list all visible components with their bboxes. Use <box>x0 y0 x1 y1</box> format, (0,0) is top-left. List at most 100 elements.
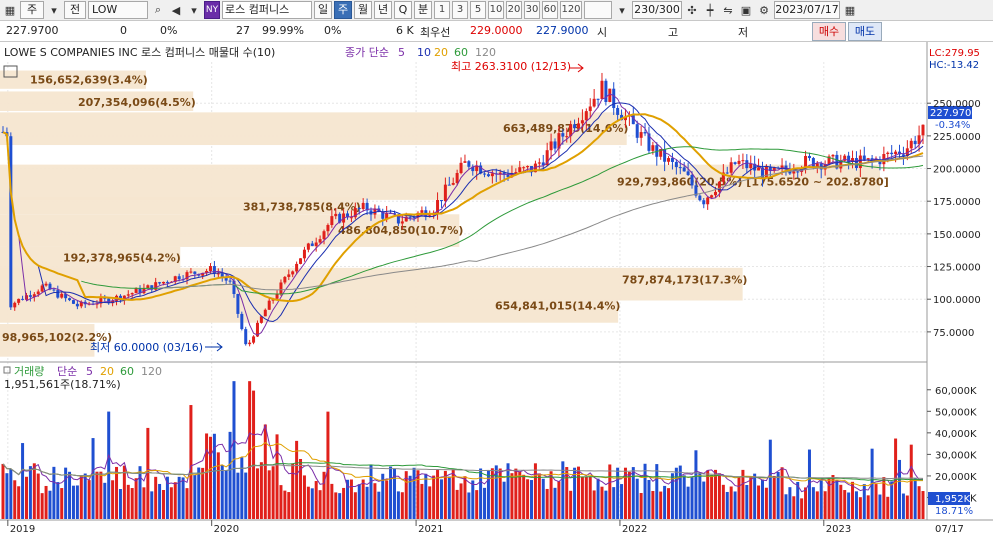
buy-button[interactable]: 매수 <box>812 22 846 41</box>
volume-bar <box>620 484 624 519</box>
candle-down <box>890 152 894 155</box>
volume-bar <box>169 487 173 519</box>
num-10[interactable]: 10 <box>488 1 504 19</box>
period-minute[interactable]: 분 <box>414 1 432 19</box>
vol-ma5-label: 5 <box>86 365 93 378</box>
volume-bar <box>502 481 506 519</box>
candle-up <box>295 263 299 272</box>
num-120[interactable]: 120 <box>560 1 582 19</box>
date-input[interactable]: 2023/07/17 <box>774 1 840 19</box>
save-icon[interactable]: ▣ <box>738 1 754 19</box>
volume-title: 거래량 <box>14 365 44 378</box>
candle-down <box>52 289 56 291</box>
volume-bar <box>244 472 248 519</box>
candle-up <box>420 210 424 213</box>
period-month[interactable]: 월 <box>354 1 372 19</box>
volume-bar <box>369 465 373 519</box>
dropdown-icon[interactable]: ▾ <box>614 1 630 19</box>
num-30[interactable]: 30 <box>524 1 540 19</box>
volume-bar <box>592 490 596 519</box>
candle-up <box>146 285 150 288</box>
volume-bar <box>674 467 678 519</box>
volume-bar <box>396 491 400 519</box>
hc-label: HC:-13.42 <box>929 60 979 71</box>
volume-bar <box>526 479 530 519</box>
volume-bar <box>596 478 600 519</box>
volume-bar <box>377 491 381 519</box>
speaker-icon[interactable]: ◀ <box>168 1 184 19</box>
interval-input[interactable] <box>584 1 612 19</box>
profile-label: 654,841,015(14.4%) <box>495 300 620 313</box>
stock-chart[interactable]: 156,652,639(3.4%) 207,354,096(4.5%) 663,48… <box>0 42 993 538</box>
volume-tick-label: 60,000K <box>935 386 977 397</box>
chart-title: LOWE S COMPANIES INC 로스 컴퍼니스 매물대 수(10) <box>4 46 275 59</box>
volume-bar <box>874 484 878 519</box>
candle-up <box>565 136 569 138</box>
count-input[interactable]: 230/300 <box>632 1 682 19</box>
volume-bar <box>483 487 487 519</box>
volume-bar <box>588 476 592 519</box>
current-change: -0.34% <box>935 120 970 131</box>
candle-up <box>126 294 130 296</box>
num-1[interactable]: 1 <box>434 1 450 19</box>
num-5[interactable]: 5 <box>470 1 486 19</box>
volume-bar <box>224 470 228 519</box>
volume-bar <box>780 467 784 519</box>
volume-bar <box>913 478 917 519</box>
best-ask-label: 최우선 <box>420 26 451 39</box>
market2-select[interactable]: 전 <box>64 1 86 19</box>
price-tick-label: 200.0000 <box>933 165 981 176</box>
volume-bar <box>858 497 862 519</box>
candle-up <box>283 276 287 283</box>
volume-bar <box>240 457 244 519</box>
ma-label: 종가 단순 <box>345 46 389 59</box>
vol-ma20-label: 20 <box>100 365 114 378</box>
volume-bar <box>537 473 541 519</box>
volume-bar <box>220 465 224 519</box>
dropdown-icon[interactable]: ▾ <box>46 1 62 19</box>
settings-icon[interactable]: ⚙ <box>756 1 772 19</box>
candle-up <box>189 271 193 273</box>
period-week[interactable]: 주 <box>334 1 352 19</box>
volume-ma-label: 단순 <box>57 365 77 378</box>
market-select[interactable]: 주 <box>20 1 44 19</box>
search-icon[interactable]: ⌕ <box>150 1 166 19</box>
volume-bar <box>48 490 52 519</box>
num-3[interactable]: 3 <box>452 1 468 19</box>
candle-up <box>263 309 267 317</box>
volume-bar <box>917 486 921 519</box>
candle-icon[interactable]: ┿ <box>702 1 718 19</box>
candle-up <box>459 162 463 173</box>
num-60[interactable]: 60 <box>542 1 558 19</box>
candle-down <box>244 329 248 345</box>
crosshair-icon[interactable]: ✣ <box>684 1 700 19</box>
dropdown-icon[interactable]: ▾ <box>186 1 202 19</box>
period-day[interactable]: 일 <box>314 1 332 19</box>
candle-up <box>886 152 890 155</box>
calendar-icon[interactable]: ▦ <box>842 1 858 19</box>
candle-down <box>553 141 557 149</box>
num-20[interactable]: 20 <box>506 1 522 19</box>
volume-current-value: 1,952K <box>935 494 971 505</box>
volume-bar <box>553 487 557 519</box>
grid-icon[interactable]: ▦ <box>2 1 18 19</box>
sell-button[interactable]: 매도 <box>848 22 882 41</box>
candle-down <box>733 162 737 164</box>
period-year[interactable]: 년 <box>374 1 392 19</box>
candle-up <box>518 167 522 173</box>
period-quarter[interactable]: Q <box>394 1 412 19</box>
volume-bar <box>811 487 815 519</box>
volume-bar <box>510 473 514 519</box>
volume-bar <box>267 470 271 519</box>
volume-bar <box>823 491 827 519</box>
volume-bar <box>181 477 185 519</box>
volume-bar <box>639 493 643 519</box>
volume-bar <box>635 478 639 519</box>
candle-up <box>526 166 530 168</box>
symbol-input[interactable]: LOW <box>88 1 148 19</box>
volume-bar <box>745 485 749 519</box>
candle-down <box>862 155 866 160</box>
compare-icon[interactable]: ⇋ <box>720 1 736 19</box>
volume-bar <box>921 491 925 519</box>
low-marker-label: 최저 60.0000 (03/16) <box>90 341 203 354</box>
